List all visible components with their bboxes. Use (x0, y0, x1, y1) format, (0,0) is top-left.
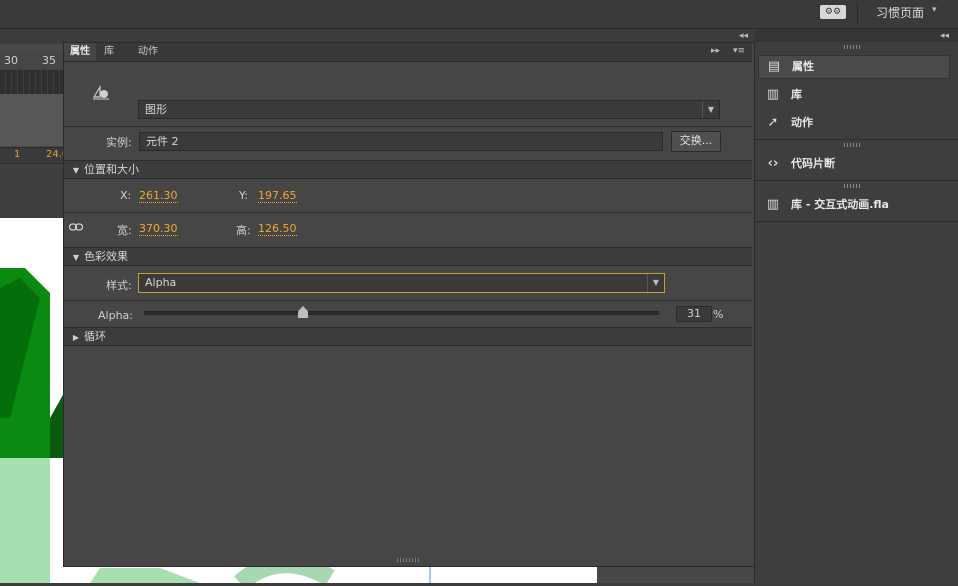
divider (64, 212, 752, 213)
dock-header (754, 29, 958, 42)
alpha-unit: % (713, 308, 724, 321)
dock-item-label: 属性 (792, 60, 814, 73)
width-value[interactable]: 370.30 (139, 222, 178, 236)
timeline-ruler-number: 35 (42, 54, 56, 67)
dock-item-label: 库 (791, 88, 802, 101)
dock-item-library-file[interactable]: ▥ 库 - 交互式动画.fla (758, 194, 948, 216)
divider (754, 180, 958, 181)
x-value[interactable]: 261.30 (139, 189, 178, 203)
chevron-down-icon: ▼ (647, 274, 664, 292)
style-label: 样式: (106, 279, 132, 292)
current-frame: 1 (14, 149, 21, 160)
timeline-layers[interactable] (0, 94, 64, 146)
color-effect-section-header[interactable]: ▼ 色彩效果 (64, 247, 752, 266)
dock-grip[interactable] (844, 184, 862, 188)
collapse-dock-icon[interactable]: ◂◂ (940, 31, 949, 41)
divider (754, 221, 958, 222)
scrollbar-area[interactable] (597, 565, 757, 583)
actions-icon: ➚ (767, 115, 779, 130)
dock-item-properties[interactable]: ▤ 属性 (758, 55, 950, 79)
swap-button[interactable]: 交换... (671, 131, 721, 152)
alpha-label: Alpha: (98, 309, 133, 322)
collapse-triangle-icon: ▼ (72, 253, 80, 262)
timeline-status-bar: 1 24.0 (0, 147, 68, 164)
dock-grip[interactable] (844, 143, 862, 147)
dock-grip[interactable] (844, 45, 862, 49)
link-icon[interactable] (68, 222, 84, 232)
properties-icon: ▤ (767, 59, 781, 74)
panel-menu-icon[interactable]: ▾≡ (733, 46, 745, 56)
library-icon: ▥ (766, 197, 780, 212)
stage-toolbar (0, 163, 64, 219)
dock-item-code-snippets[interactable]: ‹› 代码片断 (758, 153, 948, 175)
y-value[interactable]: 197.65 (258, 189, 297, 203)
chevron-down-icon: ▼ (702, 101, 719, 118)
symbol-type-value: 图形 (145, 103, 167, 116)
timeline-ruler-number: 30 (4, 54, 18, 67)
green-shape-edge (50, 393, 64, 458)
dock-item-actions[interactable]: ➚ 动作 (758, 112, 948, 134)
dock-item-label: 库 - 交互式动画.fla (791, 198, 889, 211)
divider (64, 126, 752, 127)
section-title: 位置和大小 (84, 163, 139, 176)
dock-item-label: 动作 (791, 116, 813, 129)
instance-name-value: 元件 2 (146, 135, 179, 148)
divider (857, 2, 858, 24)
dock-item-label: 代码片断 (791, 157, 835, 170)
collapse-triangle-icon: ▼ (72, 166, 80, 175)
y-label: Y: (239, 189, 248, 202)
collapse-panel-icon[interactable]: ▸▸ (711, 46, 720, 56)
instance-label: 实例: (106, 136, 132, 149)
application-bar (0, 0, 958, 29)
color-style-dropdown[interactable]: Alpha ▼ (138, 273, 665, 293)
library-icon: ▥ (766, 87, 780, 102)
divider (754, 139, 958, 140)
color-style-value: Alpha (145, 276, 177, 289)
code-snippets-icon: ‹› (767, 156, 779, 171)
section-title: 色彩效果 (84, 250, 128, 263)
alpha-slider-track[interactable] (144, 311, 659, 315)
tab-library[interactable]: 库 (98, 43, 120, 61)
alpha-value-input[interactable]: 31 (676, 306, 712, 322)
tab-properties[interactable]: 属性 (64, 43, 96, 61)
faded-green-shape (0, 458, 50, 583)
timeline-frames-ruler[interactable] (0, 70, 64, 94)
width-label: 宽: (117, 224, 132, 237)
collapse-panel-left-icon[interactable]: ◂◂ (739, 31, 748, 41)
workspace-switcher-label[interactable]: 习惯页面 (876, 4, 924, 21)
height-label: 高: (236, 224, 251, 237)
symbol-instance-icon (92, 83, 110, 101)
panel-tab-bar (64, 43, 752, 62)
chevron-down-icon[interactable]: ▾ (932, 5, 937, 15)
faded-green-shape (90, 568, 200, 583)
height-value[interactable]: 126.50 (258, 222, 297, 236)
symbol-type-dropdown[interactable]: 图形 ▼ (138, 100, 720, 119)
expand-triangle-icon: ▶ (72, 333, 80, 342)
section-title: 循环 (84, 330, 106, 343)
instance-name-field[interactable]: 元件 2 (139, 132, 663, 151)
workspace-gear-icon[interactable]: ⚙⚙ (820, 5, 846, 19)
tab-actions[interactable]: 动作 (132, 43, 164, 61)
x-label: X: (120, 189, 132, 202)
dock-item-library[interactable]: ▥ 库 (758, 84, 948, 106)
divider (64, 300, 752, 301)
properties-panel (63, 42, 755, 567)
panel-resize-grip[interactable] (397, 558, 419, 562)
loop-section-header[interactable]: ▶ 循环 (64, 327, 752, 346)
position-size-section-header[interactable]: ▼ 位置和大小 (64, 160, 752, 179)
